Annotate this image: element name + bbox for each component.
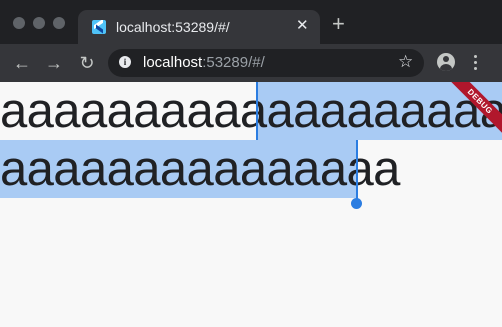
new-tab-button[interactable]: + xyxy=(332,13,345,35)
back-arrow-icon[interactable]: ← xyxy=(11,52,33,74)
selection-end-caret xyxy=(356,140,358,200)
reload-icon[interactable]: ↻ xyxy=(76,52,98,74)
more-menu-icon[interactable] xyxy=(474,55,478,71)
close-tab-icon[interactable]: ✕ xyxy=(296,18,309,34)
page-content: aaaaaaaaaaaaaaaaaaaa aaaaaaaaaaaaaaa DEB… xyxy=(0,82,502,327)
address-bar[interactable]: i localhost:53289/#/ ☆ xyxy=(108,49,424,77)
unselected-text: aaaaaaaaaa xyxy=(0,84,267,138)
selectable-text-line2[interactable]: aaaaaaaaaaaaaaa xyxy=(0,140,400,198)
url-host: localhost xyxy=(143,54,203,71)
zoom-window-button[interactable] xyxy=(53,17,65,29)
close-window-button[interactable] xyxy=(13,17,25,29)
selectable-text-line1[interactable]: aaaaaaaaaaaaaaaaaaaa xyxy=(0,82,502,140)
url-text[interactable]: localhost:53289/#/ xyxy=(143,55,265,71)
url-path: :53289/#/ xyxy=(202,54,265,71)
flutter-logo-icon xyxy=(92,20,106,34)
browser-toolbar: ← → ↻ i localhost:53289/#/ ☆ xyxy=(0,44,502,83)
bookmark-star-icon[interactable]: ☆ xyxy=(398,52,413,72)
forward-arrow-icon[interactable]: → xyxy=(43,52,65,74)
minimize-window-button[interactable] xyxy=(33,17,45,29)
browser-tab[interactable]: localhost:53289/#/ ✕ xyxy=(78,10,320,44)
profile-avatar-icon[interactable] xyxy=(437,53,455,71)
browser-window: localhost:53289/#/ ✕ + ← → ↻ i localhost… xyxy=(0,0,502,327)
tab-title: localhost:53289/#/ xyxy=(116,19,230,35)
site-info-icon[interactable]: i xyxy=(119,56,131,68)
selection-start-caret xyxy=(256,82,258,140)
selected-text: aaaaaaaaaaaaaaa xyxy=(0,142,400,196)
tab-strip: localhost:53289/#/ ✕ + xyxy=(0,0,502,44)
selection-end-handle[interactable] xyxy=(351,198,362,209)
